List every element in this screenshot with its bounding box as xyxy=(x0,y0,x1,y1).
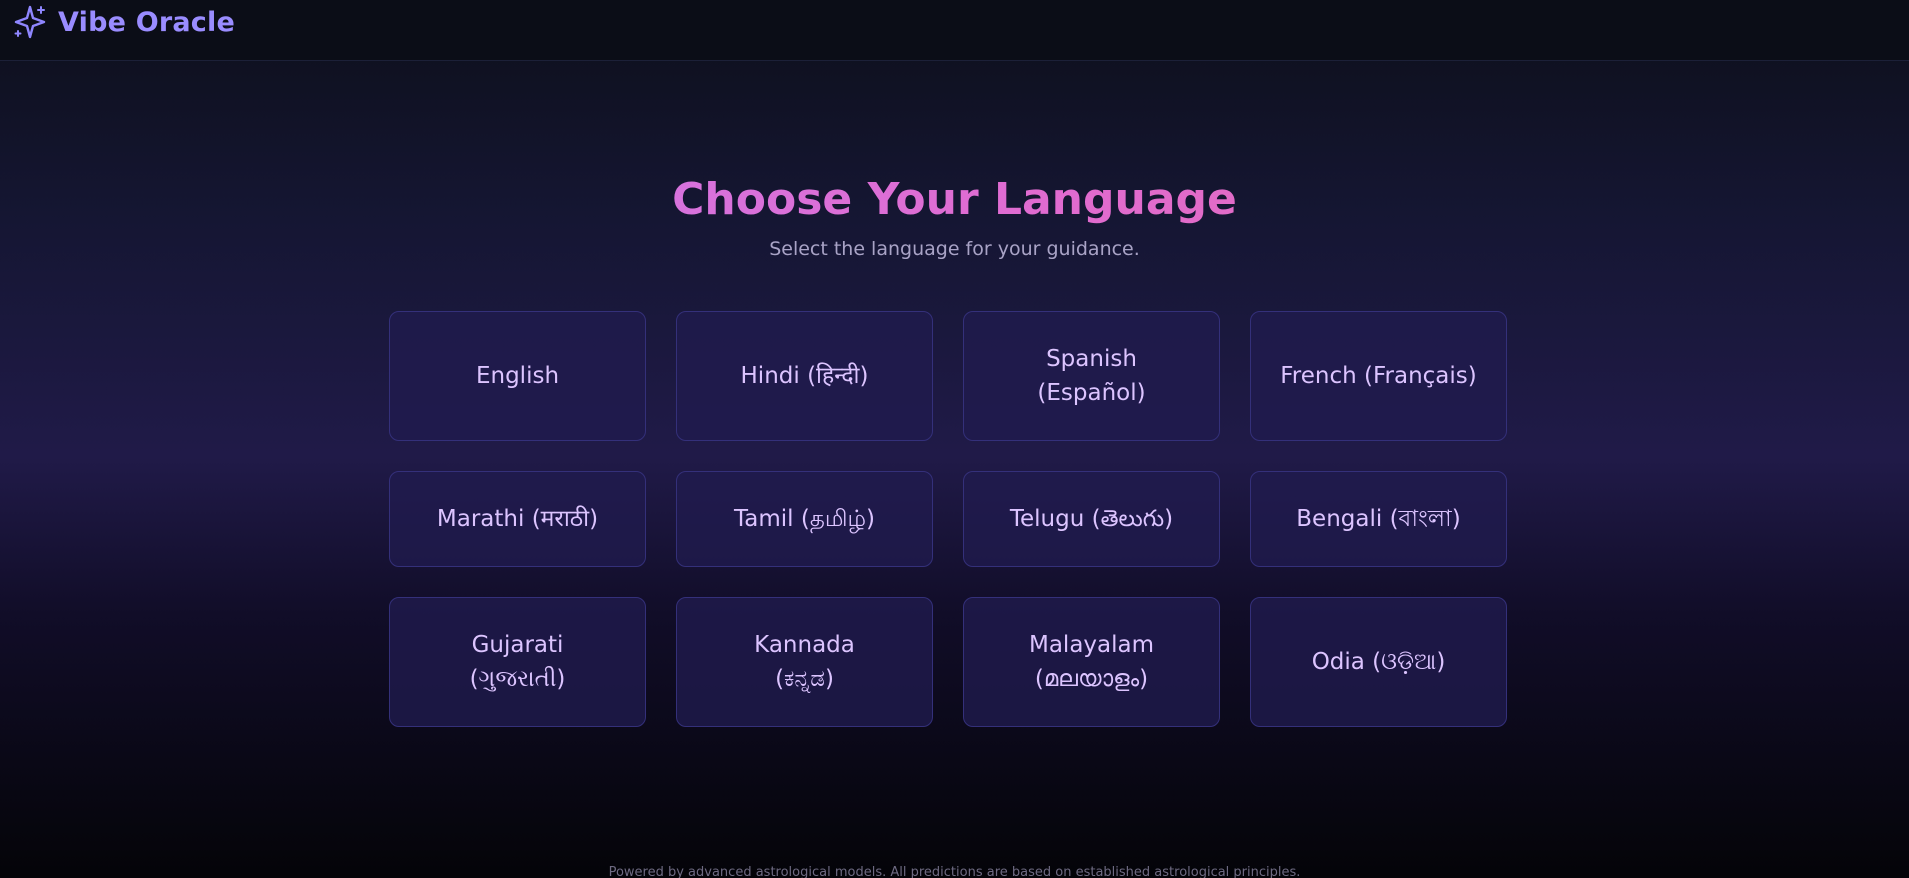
language-label: French (Français) xyxy=(1280,363,1477,389)
sparkle-icon xyxy=(12,4,48,40)
page-subtitle: Select the language for your guidance. xyxy=(769,238,1140,260)
language-label: Tamil (தமிழ்) xyxy=(734,506,875,532)
language-grid: English Hindi (हिन्दी) Spanish (Español) … xyxy=(389,311,1509,727)
language-option-spanish[interactable]: Spanish (Español) xyxy=(963,311,1220,441)
language-label: Gujarati (ગુજરાતી) xyxy=(469,632,566,692)
language-option-tamil[interactable]: Tamil (தமிழ்) xyxy=(676,471,933,567)
page-title: Choose Your Language xyxy=(0,170,1909,230)
language-option-odia[interactable]: Odia (ଓଡ଼ିଆ) xyxy=(1250,597,1507,727)
app-name: Vibe Oracle xyxy=(58,6,235,38)
language-label: Marathi (मराठी) xyxy=(436,506,599,532)
language-label: Malayalam (മലയാളം) xyxy=(1028,632,1155,692)
language-label: English xyxy=(475,363,560,389)
language-option-bengali[interactable]: Bengali (বাংলা) xyxy=(1250,471,1507,567)
language-option-gujarati[interactable]: Gujarati (ગુજરાતી) xyxy=(389,597,646,727)
language-option-kannada[interactable]: Kannada (ಕನ್ನಡ) xyxy=(676,597,933,727)
language-label: Kannada (ಕನ್ನಡ) xyxy=(754,632,855,692)
language-label: Hindi (हिन्दी) xyxy=(740,363,869,389)
language-option-hindi[interactable]: Hindi (हिन्दी) xyxy=(676,311,933,441)
hero: Choose Your Language Select the language… xyxy=(0,170,1909,260)
language-option-telugu[interactable]: Telugu (తెలుగు) xyxy=(963,471,1220,567)
language-label: Spanish (Español) xyxy=(1037,346,1146,406)
language-option-english[interactable]: English xyxy=(389,311,646,441)
language-option-french[interactable]: French (Français) xyxy=(1250,311,1507,441)
top-bar: Vibe Oracle xyxy=(0,0,1909,61)
language-label: Odia (ଓଡ଼ିଆ) xyxy=(1311,649,1446,675)
language-label: Telugu (తెలుగు) xyxy=(1009,506,1174,532)
brand[interactable]: Vibe Oracle xyxy=(12,4,235,40)
language-option-malayalam[interactable]: Malayalam (മലയാളം) xyxy=(963,597,1220,727)
footer-disclaimer: Powered by advanced astrological models.… xyxy=(608,865,1301,878)
language-option-marathi[interactable]: Marathi (मराठी) xyxy=(389,471,646,567)
language-label: Bengali (বাংলা) xyxy=(1296,506,1461,532)
